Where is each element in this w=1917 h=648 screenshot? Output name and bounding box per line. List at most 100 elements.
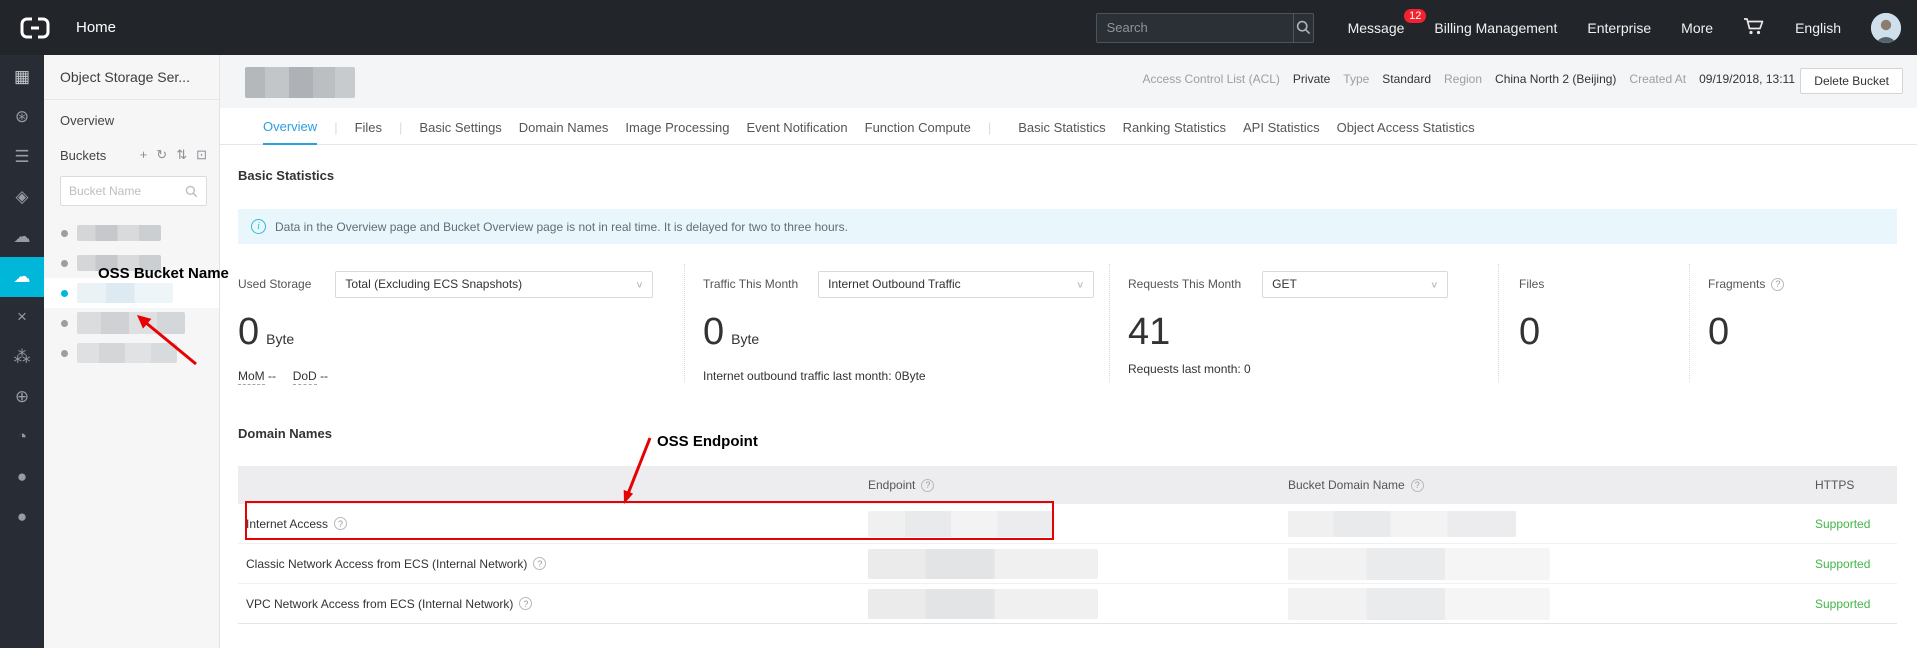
tab-event-notification[interactable]: Event Notification [746, 120, 847, 144]
bucket-list-item[interactable] [44, 308, 219, 338]
enterprise-menu-item[interactable]: Enterprise [1587, 20, 1651, 36]
help-icon[interactable]: ? [519, 597, 532, 610]
cart-icon[interactable] [1743, 17, 1765, 38]
https-status: Supported [1815, 517, 1897, 531]
tab-separator: | [988, 120, 991, 144]
tab-object-access-statistics[interactable]: Object Access Statistics [1337, 120, 1475, 144]
bucket-list-item[interactable] [44, 338, 219, 368]
tab-basic-settings[interactable]: Basic Settings [419, 120, 501, 144]
bucket-search-input[interactable] [69, 184, 185, 198]
row-label: VPC Network Access from ECS (Internal Ne… [246, 597, 513, 611]
product-icon-rail: ▦ ⊛ ☰ ◈ ☁ ☁ × ⁂ ⊕ ◔ ● ● [0, 55, 44, 648]
add-bucket-icon[interactable]: + [140, 147, 148, 163]
fragments-value: 0 [1708, 311, 1729, 353]
requests-label: Requests This Month [1128, 277, 1241, 291]
help-icon[interactable]: ? [1771, 278, 1784, 291]
table-row-vpc-network: VPC Network Access from ECS (Internal Ne… [238, 584, 1897, 624]
fragments-label: Fragments [1708, 277, 1765, 291]
mom-link[interactable]: MoM [238, 369, 265, 385]
server-ecs-icon[interactable]: ☰ [0, 137, 44, 177]
dod-link[interactable]: DoD [293, 369, 317, 385]
more-menu-item[interactable]: More [1681, 20, 1713, 36]
delete-bucket-button[interactable]: Delete Bucket [1800, 68, 1903, 94]
expand-view-icon[interactable]: ⊡ [196, 147, 207, 163]
billing-management-menu-item[interactable]: Billing Management [1434, 20, 1557, 36]
redacted-bucket-name [77, 225, 161, 241]
bucket-dot-icon [61, 230, 68, 237]
globe-cdn-icon[interactable]: ⊕ [0, 377, 44, 417]
basic-statistics-title: Basic Statistics [238, 145, 1897, 183]
apps-grid-icon[interactable]: ▦ [0, 57, 44, 97]
bucket-dot-icon [61, 290, 68, 297]
tab-function-compute[interactable]: Function Compute [865, 120, 971, 144]
redacted-endpoint [868, 589, 1098, 619]
message-menu-item[interactable]: Message 12 [1348, 20, 1405, 36]
bucket-domain-column-header: Bucket Domain Name [1288, 478, 1405, 492]
cross-product-icon[interactable]: × [0, 297, 44, 337]
bucket-list-item[interactable] [44, 218, 219, 248]
tab-ranking-statistics[interactable]: Ranking Statistics [1123, 120, 1226, 144]
network-nodes-icon[interactable]: ⊛ [0, 97, 44, 137]
used-storage-card: Used Storage Total (Excluding ECS Snapsh… [238, 264, 685, 382]
traffic-unit: Byte [731, 318, 759, 360]
dot-product-icon-2[interactable]: ● [0, 497, 44, 537]
main-content: Access Control List (ACL) Private Type S… [220, 55, 1917, 648]
molecule-product-icon[interactable]: ⁂ [0, 337, 44, 377]
language-selector[interactable]: English [1795, 20, 1841, 36]
delay-info-banner: i Data in the Overview page and Bucket O… [238, 209, 1897, 244]
bucket-dot-icon [61, 260, 68, 267]
dot-product-icon-1[interactable]: ● [0, 457, 44, 497]
statistics-row: Used Storage Total (Excluding ECS Snapsh… [238, 264, 1897, 382]
refresh-icon[interactable]: ↻ [156, 147, 167, 163]
traffic-label: Traffic This Month [703, 277, 798, 291]
cloud-product-icon[interactable]: ☁ [0, 217, 44, 257]
swirl-product-icon[interactable]: ◔ [0, 417, 44, 457]
requests-card: Requests This Month GET ∨ 41 Requests la… [1110, 264, 1499, 382]
tab-files[interactable]: Files [355, 120, 382, 144]
requests-sub-text: Requests last month: 0 [1128, 362, 1498, 376]
product-title: Object Storage Ser... [44, 55, 219, 100]
search-icon[interactable] [1293, 14, 1313, 42]
home-link[interactable]: Home [76, 19, 116, 36]
info-icon: i [251, 219, 266, 234]
acl-label: Access Control List (ACL) [1143, 72, 1280, 86]
annotation-oss-endpoint: OSS Endpoint [657, 433, 758, 450]
bucket-header: Access Control List (ACL) Private Type S… [220, 55, 1917, 108]
tab-overview[interactable]: Overview [263, 119, 317, 145]
requests-select[interactable]: GET ∨ [1262, 271, 1448, 298]
help-icon[interactable]: ? [1411, 479, 1424, 492]
global-search[interactable] [1096, 13, 1314, 43]
dod-value: -- [320, 369, 328, 383]
topbar-menu: Message 12 Billing Management Enterprise… [1348, 13, 1901, 43]
redacted-bucket-domain [1288, 548, 1550, 580]
tab-domain-names[interactable]: Domain Names [519, 120, 609, 144]
created-value: 09/19/2018, 13:11 [1699, 72, 1795, 86]
type-label: Type [1343, 72, 1369, 86]
used-storage-select[interactable]: Total (Excluding ECS Snapshots) ∨ [335, 271, 653, 298]
sort-icon[interactable]: ⇅ [176, 147, 187, 163]
bucket-list-item-selected[interactable] [44, 278, 219, 308]
bucket-search[interactable] [60, 176, 207, 206]
tab-api-statistics[interactable]: API Statistics [1243, 120, 1320, 144]
files-label: Files [1519, 277, 1544, 291]
sidebar-item-overview[interactable]: Overview [44, 100, 219, 142]
fragments-card: Fragments ? 0 [1690, 264, 1897, 382]
help-icon[interactable]: ? [921, 479, 934, 492]
alibaba-cloud-logo-icon[interactable] [20, 17, 50, 39]
tab-basic-statistics[interactable]: Basic Statistics [1018, 120, 1105, 144]
oss-active-icon[interactable]: ☁ [0, 257, 44, 297]
tab-separator: | [334, 120, 337, 144]
traffic-select[interactable]: Internet Outbound Traffic ∨ [818, 271, 1094, 298]
table-row-classic-network: Classic Network Access from ECS (Interna… [238, 544, 1897, 584]
chevron-down-icon: ∨ [635, 279, 643, 289]
help-icon[interactable]: ? [533, 557, 546, 570]
user-avatar[interactable] [1871, 13, 1901, 43]
tab-image-processing[interactable]: Image Processing [625, 120, 729, 144]
global-search-input[interactable] [1097, 20, 1293, 35]
acl-value: Private [1293, 72, 1330, 86]
bucket-meta: Access Control List (ACL) Private Type S… [1143, 72, 1795, 86]
redacted-bucket-name [77, 283, 173, 303]
console-product-icon[interactable]: ◈ [0, 177, 44, 217]
https-status: Supported [1815, 597, 1897, 611]
bucket-dot-icon [61, 350, 68, 357]
